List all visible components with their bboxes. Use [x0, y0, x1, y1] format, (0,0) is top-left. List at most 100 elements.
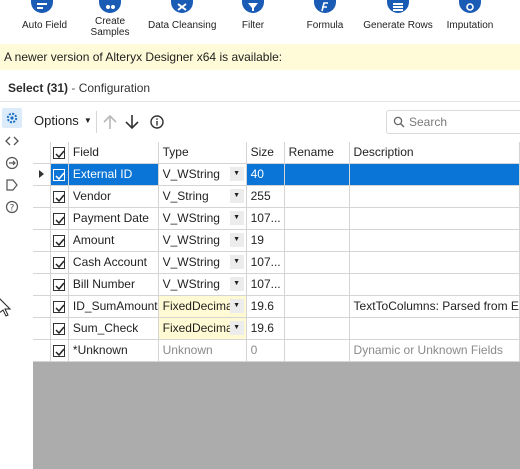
- field-checkbox-cell[interactable]: [50, 185, 69, 208]
- checkbox[interactable]: [53, 212, 66, 225]
- field-name[interactable]: ID_SumAmount: [68, 295, 159, 318]
- field-type[interactable]: V_WString ▼: [158, 207, 247, 230]
- field-rename[interactable]: [284, 185, 350, 208]
- field-type[interactable]: V_WString ▼: [158, 251, 247, 274]
- table-row[interactable]: Amount V_WString ▼ 19: [33, 229, 520, 252]
- field-description[interactable]: Dynamic or Unknown Fields: [349, 339, 520, 362]
- table-row[interactable]: Sum_Check FixedDecimal ▼ 19.6: [33, 317, 520, 340]
- checkbox[interactable]: [53, 234, 66, 247]
- field-size[interactable]: 107...: [246, 251, 285, 274]
- field-rename[interactable]: [284, 251, 350, 274]
- search-input[interactable]: [407, 113, 517, 131]
- field-description[interactable]: [349, 273, 520, 296]
- help-tab[interactable]: ?: [5, 200, 19, 214]
- field-checkbox-cell[interactable]: [50, 295, 69, 318]
- field-description[interactable]: [349, 207, 520, 230]
- field-size[interactable]: 40: [246, 163, 285, 186]
- field-size[interactable]: 0: [246, 339, 285, 362]
- tool-imputation[interactable]: Imputation: [443, 0, 497, 31]
- checkbox[interactable]: [53, 278, 66, 291]
- field-name[interactable]: Amount: [68, 229, 159, 252]
- field-description[interactable]: [349, 251, 520, 274]
- field-name[interactable]: Bill Number: [68, 273, 159, 296]
- column-header-type[interactable]: Type: [158, 142, 247, 164]
- tool-auto-field[interactable]: Auto Field: [22, 0, 67, 31]
- field-name[interactable]: External ID: [68, 163, 159, 186]
- field-type[interactable]: V_WString ▼: [158, 163, 247, 186]
- field-size[interactable]: 19.6: [246, 295, 285, 318]
- field-rename[interactable]: [284, 317, 350, 340]
- type-dropdown-icon[interactable]: ▼: [229, 210, 244, 225]
- field-rename[interactable]: [284, 339, 350, 362]
- field-name[interactable]: Sum_Check: [68, 317, 159, 340]
- checkbox[interactable]: [53, 256, 66, 269]
- type-dropdown-icon[interactable]: ▼: [229, 166, 244, 181]
- checkbox[interactable]: [53, 190, 66, 203]
- tool-create-samples[interactable]: Create Samples: [88, 0, 132, 38]
- type-dropdown-icon[interactable]: ▼: [229, 298, 244, 313]
- field-type[interactable]: FixedDecimal ▼: [158, 295, 247, 318]
- annotation-tab[interactable]: [5, 178, 19, 192]
- field-type[interactable]: V_WString ▼: [158, 273, 247, 296]
- field-name[interactable]: Vendor: [68, 185, 159, 208]
- table-row[interactable]: ID_SumAmount FixedDecimal ▼ 19.6 TextToCo…: [33, 295, 520, 318]
- field-checkbox-cell[interactable]: [50, 207, 69, 230]
- column-header-field[interactable]: Field: [68, 142, 159, 164]
- options-dropdown[interactable]: Options ▼: [34, 113, 92, 128]
- tool-filter[interactable]: Filter: [236, 0, 270, 31]
- field-rename[interactable]: [284, 273, 350, 296]
- type-dropdown-icon[interactable]: ▼: [229, 232, 244, 247]
- table-row[interactable]: Vendor V_String ▼ 255: [33, 185, 520, 208]
- info-button[interactable]: [147, 112, 167, 132]
- field-size[interactable]: 19.6: [246, 317, 285, 340]
- field-type[interactable]: V_String ▼: [158, 185, 247, 208]
- field-type[interactable]: FixedDecimal ▼: [158, 317, 247, 340]
- field-type[interactable]: Unknown: [158, 339, 247, 362]
- field-description[interactable]: [349, 229, 520, 252]
- field-size[interactable]: 19: [246, 229, 285, 252]
- field-rename[interactable]: [284, 207, 350, 230]
- checkbox[interactable]: [53, 168, 66, 181]
- field-checkbox-cell[interactable]: [50, 273, 69, 296]
- type-dropdown-icon[interactable]: ▼: [229, 254, 244, 269]
- field-description[interactable]: [349, 163, 520, 186]
- tool-generate-rows[interactable]: Generate Rows: [362, 0, 434, 31]
- configuration-tab[interactable]: [2, 108, 22, 128]
- select-all-checkbox[interactable]: [50, 142, 69, 164]
- field-checkbox-cell[interactable]: [50, 251, 69, 274]
- field-checkbox-cell[interactable]: [50, 339, 69, 362]
- field-rename[interactable]: [284, 229, 350, 252]
- field-type[interactable]: V_WString ▼: [158, 229, 247, 252]
- column-header-description[interactable]: Description: [349, 142, 520, 164]
- field-name[interactable]: *Unknown: [68, 339, 159, 362]
- type-dropdown-icon[interactable]: ▼: [229, 320, 244, 335]
- field-checkbox-cell[interactable]: [50, 229, 69, 252]
- field-name[interactable]: Payment Date: [68, 207, 159, 230]
- table-row[interactable]: External ID V_WString ▼ 40: [33, 163, 520, 186]
- field-checkbox-cell[interactable]: [50, 163, 69, 186]
- column-header-size[interactable]: Size: [246, 142, 285, 164]
- type-dropdown-icon[interactable]: ▼: [229, 188, 244, 203]
- field-size[interactable]: 107...: [246, 273, 285, 296]
- table-row[interactable]: Cash Account V_WString ▼ 107...: [33, 251, 520, 274]
- column-header-rename[interactable]: Rename: [284, 142, 350, 164]
- field-name[interactable]: Cash Account: [68, 251, 159, 274]
- tool-formula[interactable]: Formula: [303, 0, 347, 31]
- field-description[interactable]: [349, 185, 520, 208]
- move-down-button[interactable]: [122, 112, 142, 132]
- table-row[interactable]: Bill Number V_WString ▼ 107...: [33, 273, 520, 296]
- table-row[interactable]: Payment Date V_WString ▼ 107...: [33, 207, 520, 230]
- field-rename[interactable]: [284, 163, 350, 186]
- field-size[interactable]: 255: [246, 185, 285, 208]
- field-rename[interactable]: [284, 295, 350, 318]
- search-box[interactable]: [386, 110, 520, 134]
- tool-data-cleansing[interactable]: Data Cleansing: [148, 0, 216, 31]
- checkbox[interactable]: [53, 147, 66, 160]
- table-row[interactable]: *Unknown Unknown 0 Dynamic or Unknown Fi…: [33, 339, 520, 362]
- checkbox[interactable]: [53, 300, 66, 313]
- checkbox[interactable]: [53, 322, 66, 335]
- field-description[interactable]: TextToColumns: Parsed from E: [349, 295, 520, 318]
- code-tab[interactable]: [5, 134, 19, 148]
- type-dropdown-icon[interactable]: ▼: [229, 276, 244, 291]
- field-checkbox-cell[interactable]: [50, 317, 69, 340]
